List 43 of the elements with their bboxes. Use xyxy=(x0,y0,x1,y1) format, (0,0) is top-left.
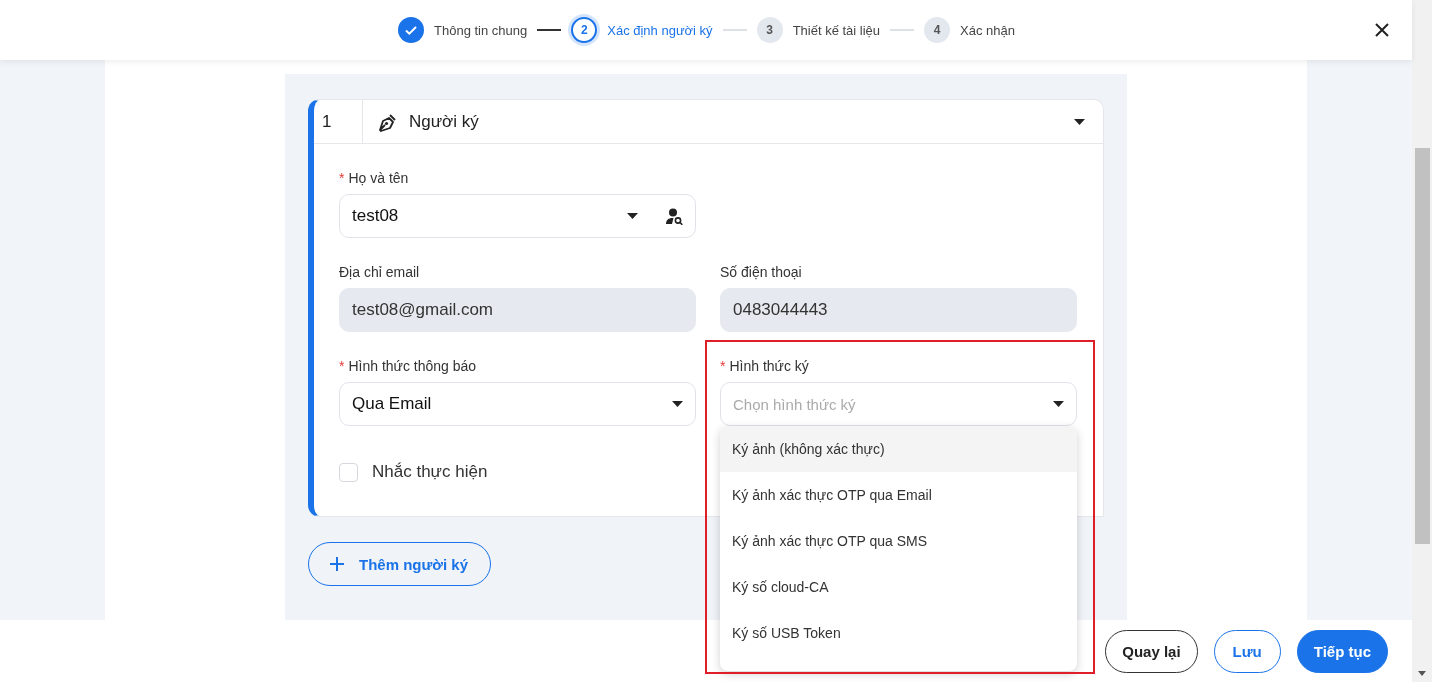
scrollbar-thumb[interactable] xyxy=(1415,148,1430,544)
step-tab[interactable]: 4 Xác nhận xyxy=(924,17,1015,43)
close-icon[interactable] xyxy=(1374,22,1390,38)
signer-title: Người ký xyxy=(409,111,480,132)
checkbox[interactable] xyxy=(339,462,358,482)
dropdown-option[interactable]: Ký số cloud-CA xyxy=(720,564,1077,610)
plus-icon xyxy=(329,556,345,572)
signer-number: 1 xyxy=(314,100,363,143)
select-field[interactable]: Qua Email xyxy=(339,382,696,426)
step-label: Xác nhận xyxy=(960,22,1015,38)
scrollbar[interactable] xyxy=(1412,0,1432,682)
required-mark: * xyxy=(720,358,726,374)
step-tab[interactable]: 3 Thiết kế tài liệu xyxy=(756,17,881,43)
step-label: Xác định người ký xyxy=(607,22,713,38)
step-label: Thông tin chung xyxy=(434,22,528,38)
step-tab[interactable]: 2 Xác định người ký xyxy=(571,17,713,43)
step-tab[interactable]: Thông tin chung xyxy=(398,17,528,43)
back-button[interactable]: Quay lại xyxy=(1105,629,1198,673)
user-search-icon[interactable] xyxy=(666,207,683,225)
scroll-down-icon[interactable] xyxy=(1418,671,1426,676)
signer-header[interactable]: 1 Người ký xyxy=(314,100,1103,144)
step-number: 2 xyxy=(571,17,598,43)
step-number: 4 xyxy=(924,17,951,43)
checkbox-label: Nhắc thực hiện xyxy=(372,462,488,482)
continue-button[interactable]: Tiếp tục xyxy=(1296,629,1388,673)
step-number: 3 xyxy=(756,17,783,43)
required-mark: * xyxy=(339,358,345,374)
dropdown-option[interactable]: Ký số USB Token xyxy=(720,610,1077,656)
dropdown-option[interactable]: Ký ảnh xác thực OTP qua SMS xyxy=(720,518,1077,564)
field-label: Địa chỉ email xyxy=(339,264,420,280)
select-field[interactable]: test08 xyxy=(339,194,696,238)
field-label: Hình thức ký xyxy=(729,358,809,374)
dropdown-option[interactable]: Ký ảnh xác thực OTP qua Email xyxy=(720,472,1077,518)
check-icon xyxy=(398,17,424,43)
save-button[interactable]: Lưu xyxy=(1213,629,1281,673)
field-label: Số điện thoại xyxy=(720,264,802,280)
required-mark: * xyxy=(339,170,345,186)
step-label: Thiết kế tài liệu xyxy=(792,22,881,38)
caret-icon xyxy=(672,401,683,407)
field-label: Hình thức thông báo xyxy=(348,358,477,374)
field-label: Họ và tên xyxy=(348,170,409,186)
caret-icon xyxy=(627,213,638,219)
dropdown-option[interactable]: Ký ảnh (không xác thực) xyxy=(720,426,1077,472)
